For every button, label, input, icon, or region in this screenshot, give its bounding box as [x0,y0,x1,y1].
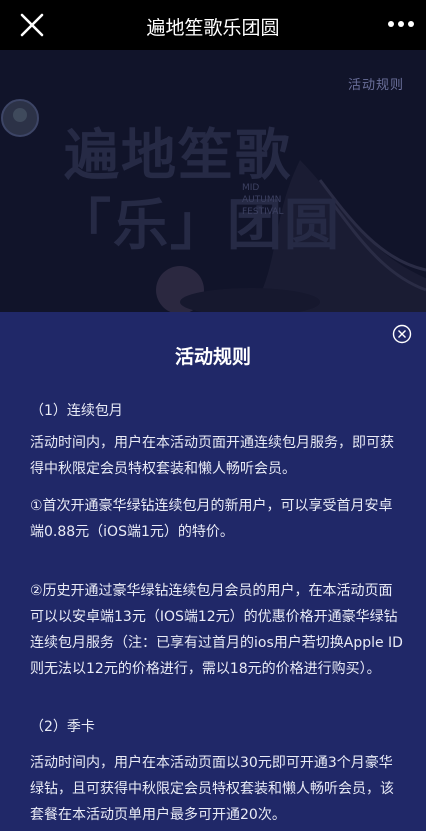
hero-title-line1: 遍地笙歌 [64,122,293,187]
hero-title-line2: 「乐」团圆 [56,192,342,257]
rules-sheet: 活动规则 （1）连续包月 活动时间内，用户在本活动页面开通连续包月服务，即可获得… [0,312,426,831]
close-circle-icon[interactable] [392,324,412,344]
top-nav-bar: 遍地笙歌乐团圆 [0,0,426,50]
rules-link[interactable]: 活动规则 [348,74,404,93]
rule-paragraph: ①首次开通豪华绿钻连续包月的新用户，可以享受首月安卓端0.88元（iOS端1元）… [30,498,393,540]
page-title: 遍地笙歌乐团圆 [146,17,280,39]
rule-paragraph: 活动时间内，用户在本活动页面以30元即可开通3个月豪华绿钻，且可获得中秋限定会员… [30,755,394,823]
character-icon [1,99,39,137]
rule-section-1-title: （1）连续包月 [30,403,123,419]
hero-banner: 活动规则 遍地笙歌 「乐」团圆 MID AUTUMN FESTIVAL [0,50,426,312]
rule-paragraph: ②历史开通过豪华绿钻连续包月会员的用户，在本活动页面可以以安卓端13元（IOS端… [30,583,403,677]
sheet-heading: 活动规则 [174,346,251,368]
rule-section-2-title: （2）季卡 [30,719,95,735]
more-icon[interactable] [386,12,416,36]
rule-paragraph: 活动时间内，用户在本活动页面开通连续包月服务，即可获得中秋限定会员特权套装和懒人… [30,435,394,477]
hero-english-text: MID AUTUMN FESTIVAL [242,183,284,217]
